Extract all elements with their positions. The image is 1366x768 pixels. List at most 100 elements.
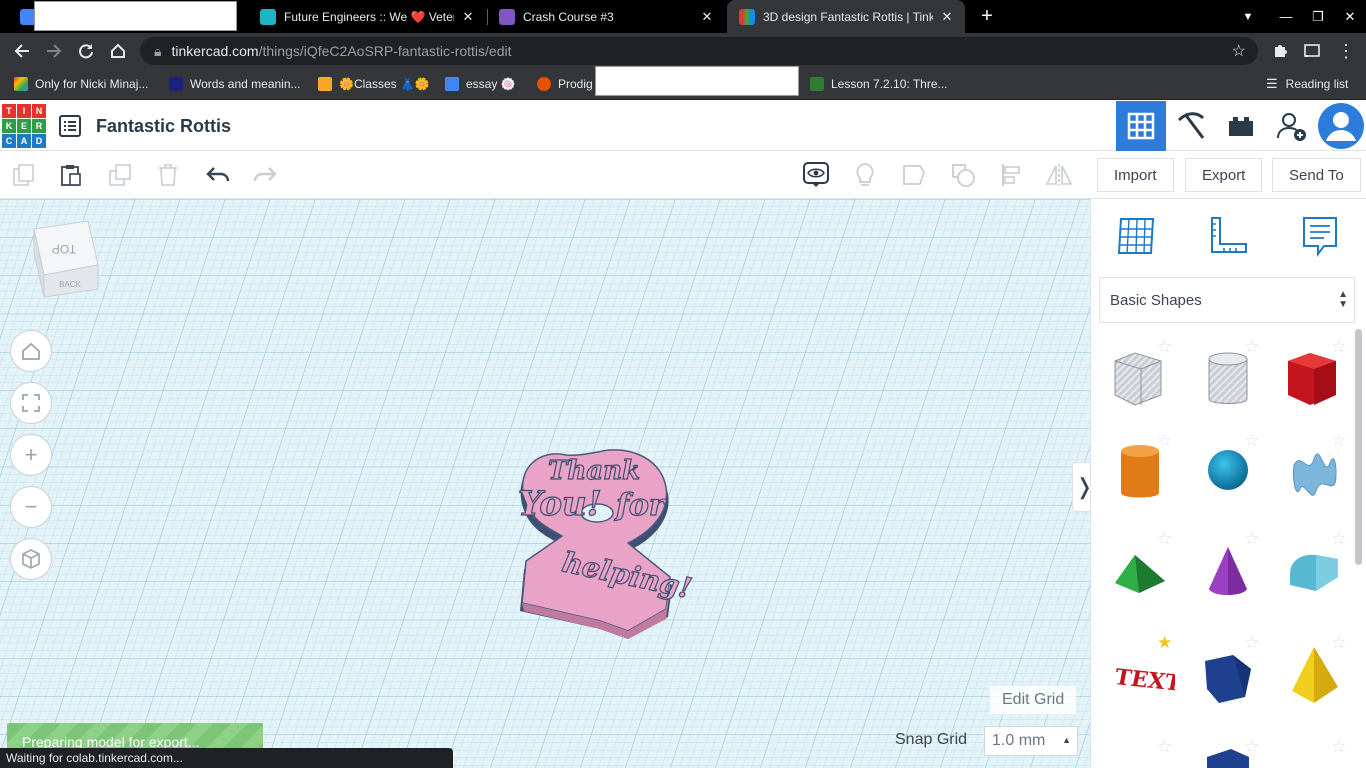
redacted-bookmark-box: [595, 66, 799, 96]
favorite-star-icon[interactable]: ☆: [1157, 431, 1172, 451]
tab-tinkercad-design[interactable]: 3D design Fantastic Rottis | Tink ✕: [727, 0, 965, 33]
favorite-star-icon[interactable]: ☆: [1157, 529, 1172, 549]
bookmark-star-icon[interactable]: ☆: [1232, 41, 1246, 61]
favorite-star-icon[interactable]: ☆: [1331, 633, 1346, 653]
close-window-button[interactable]: ✕: [1333, 0, 1366, 33]
bookmark-item[interactable]: 🌼Classes 👗🌼: [318, 75, 430, 93]
shape-category-select[interactable]: Basic Shapes ▲ ▼: [1099, 277, 1355, 323]
restore-window-button[interactable]: ❐: [1301, 0, 1335, 33]
snap-grid-select[interactable]: 1.0 mm ▲: [984, 726, 1078, 756]
bookmark-favicon-icon: [537, 77, 551, 91]
svg-text:TEXT: TEXT: [1115, 664, 1175, 697]
back-arrow-icon[interactable]: [8, 37, 36, 65]
edit-grid-button[interactable]: Edit Grid: [990, 686, 1077, 714]
notes-visibility-icon[interactable]: [802, 161, 830, 189]
note-icon: [1303, 217, 1337, 257]
close-tab-icon[interactable]: ✕: [939, 9, 955, 25]
browser-status-bar: Waiting for colab.tinkercad.com...: [0, 748, 453, 768]
bookmark-favicon-icon: [810, 77, 824, 91]
home-icon[interactable]: [104, 37, 132, 65]
minimize-window-button[interactable]: —: [1269, 0, 1303, 33]
close-tab-icon[interactable]: ✕: [699, 9, 715, 25]
browser-tab-bar: Future Engineers :: We ❤️ Vetera ✕ Crash…: [0, 0, 1366, 33]
paste-icon[interactable]: [57, 161, 85, 189]
browser-menu-icon[interactable]: ⋮: [1332, 37, 1360, 65]
workplane-grid: Thank You! for helping!: [0, 199, 1090, 768]
delete-trash-icon[interactable]: [154, 161, 182, 189]
bricks-button[interactable]: [1216, 101, 1266, 151]
tab-first[interactable]: [0, 0, 36, 33]
bookmark-label: essay 🍥: [466, 77, 516, 91]
lightbulb-icon[interactable]: [851, 161, 879, 189]
zoom-in-button[interactable]: +: [10, 434, 52, 476]
home-view-button[interactable]: [10, 330, 52, 372]
favorite-star-icon[interactable]: ☆: [1244, 529, 1259, 549]
duplicate-icon[interactable]: [106, 161, 134, 189]
design-title[interactable]: Fantastic Rottis: [96, 116, 231, 137]
editor-toolbar: Import Export Send To: [0, 151, 1366, 199]
ruler-tool-button[interactable]: [1205, 213, 1251, 259]
shape-partial[interactable]: [1193, 745, 1263, 768]
blocks-pickaxe-button[interactable]: [1166, 101, 1216, 151]
new-tab-button[interactable]: +: [970, 0, 1004, 33]
view-cube-top-label: TOP: [52, 242, 76, 256]
favorite-star-icon[interactable]: ☆: [1331, 337, 1346, 357]
shape-category-value: Basic Shapes: [1110, 291, 1202, 309]
ortho-view-button[interactable]: [10, 538, 52, 580]
send-to-button[interactable]: Send To: [1272, 158, 1361, 192]
model-text-thank: Thank: [548, 456, 640, 486]
favorite-star-icon[interactable]: ☆: [1331, 529, 1346, 549]
favorite-star-icon[interactable]: ☆: [1331, 737, 1346, 757]
workplane-canvas[interactable]: Thank You! for helping! TOP BACK + −: [0, 199, 1090, 768]
import-button[interactable]: Import: [1097, 158, 1174, 192]
favorite-star-icon[interactable]: ☆: [1157, 737, 1172, 757]
add-user-button[interactable]: [1266, 101, 1316, 151]
tab-future-engineers[interactable]: Future Engineers :: We ❤️ Vetera ✕: [248, 0, 486, 33]
tinkercad-logo[interactable]: TIN KER CAD: [2, 104, 46, 148]
tab-search-icon[interactable]: ▼: [1231, 0, 1265, 33]
snap-grid-label: Snap Grid: [895, 731, 968, 748]
fit-view-button[interactable]: [10, 382, 52, 424]
url-omnibox[interactable]: 🔒︎ tinkercad.com/things/iQfeC2AoSRP-fant…: [140, 37, 1258, 65]
favorite-star-icon[interactable]: ☆: [1331, 431, 1346, 451]
align-icon[interactable]: [998, 161, 1026, 189]
bookmark-item[interactable]: Only for Nicki Minaj...: [14, 75, 148, 93]
ungroup-icon[interactable]: [949, 161, 977, 189]
ruler-icon: [1211, 217, 1247, 253]
panel-scrollbar[interactable]: [1355, 329, 1362, 565]
tab-title: 3D design Fantastic Rottis | Tink: [763, 9, 933, 24]
reading-list-button[interactable]: ☰ Reading list: [1266, 75, 1348, 93]
redo-icon[interactable]: [251, 161, 279, 189]
redacted-tab-box: [34, 1, 237, 31]
design-list-icon[interactable]: [58, 114, 82, 138]
mirror-icon[interactable]: [1045, 161, 1073, 189]
favorite-star-icon[interactable]: ☆: [1244, 633, 1259, 653]
favorite-star-icon[interactable]: ★: [1157, 633, 1172, 653]
user-avatar[interactable]: [1316, 101, 1366, 151]
model-text-you: You!: [518, 484, 602, 524]
extensions-puzzle-icon[interactable]: [1266, 37, 1294, 65]
forward-arrow-icon[interactable]: [40, 37, 68, 65]
favorite-star-icon[interactable]: ☆: [1157, 337, 1172, 357]
workplane-tool-button[interactable]: [1113, 213, 1159, 259]
export-button[interactable]: Export: [1185, 158, 1263, 192]
notes-tool-button[interactable]: [1297, 213, 1343, 259]
bookmark-item[interactable]: essay 🍥: [445, 75, 516, 93]
group-icon[interactable]: [900, 161, 928, 189]
view-cube[interactable]: TOP BACK: [30, 219, 102, 304]
tab-crash-course[interactable]: Crash Course #3 ✕: [487, 0, 725, 33]
favorite-star-icon[interactable]: ☆: [1244, 337, 1259, 357]
bookmark-item[interactable]: Words and meanin...: [169, 75, 301, 93]
bookmark-item[interactable]: Prodig: [537, 75, 593, 93]
copy-icon[interactable]: [10, 161, 38, 189]
3d-view-grid-button[interactable]: [1116, 101, 1166, 151]
close-tab-icon[interactable]: ✕: [460, 9, 476, 25]
favorite-star-icon[interactable]: ☆: [1244, 431, 1259, 451]
cast-icon[interactable]: [1298, 37, 1326, 65]
bookmark-favicon-icon: [318, 77, 332, 91]
bookmark-item[interactable]: Lesson 7.2.10: Thre...: [810, 75, 948, 93]
tinkercad-tab-icon: [739, 8, 755, 25]
zoom-out-button[interactable]: −: [10, 486, 52, 528]
reload-icon[interactable]: [72, 37, 100, 65]
undo-icon[interactable]: [204, 161, 232, 189]
